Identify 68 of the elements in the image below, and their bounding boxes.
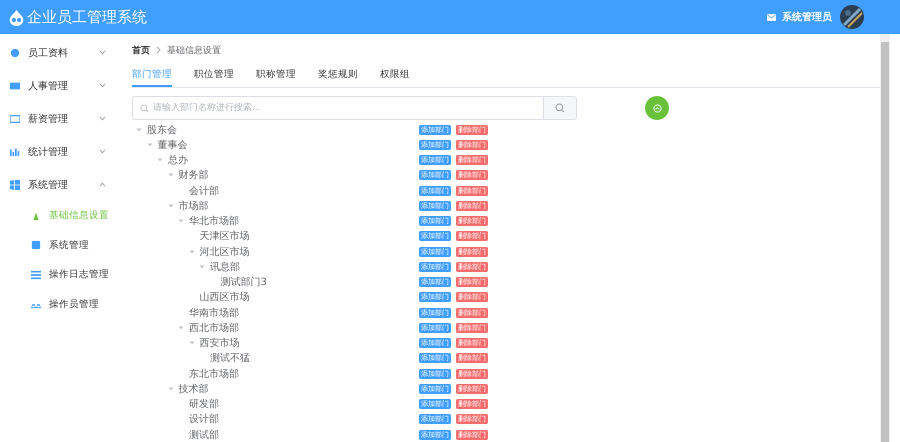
department-name[interactable]: 华南市场部 bbox=[189, 306, 239, 320]
caret-icon[interactable] bbox=[168, 172, 174, 178]
sidebar-subitem[interactable]: 基础信息设置 bbox=[0, 201, 120, 230]
department-name[interactable]: 会计部 bbox=[189, 184, 219, 198]
mail-icon[interactable] bbox=[767, 14, 776, 20]
department-name[interactable]: 测试部 bbox=[189, 428, 219, 442]
drop-logo-icon bbox=[8, 8, 25, 26]
department-name[interactable]: 讯息部 bbox=[210, 260, 240, 274]
menu-item-icon bbox=[31, 270, 41, 280]
sidebar-subitem[interactable]: 系统管理 bbox=[0, 230, 120, 260]
menu-item-icon bbox=[10, 180, 20, 190]
caret-icon[interactable] bbox=[157, 157, 163, 164]
menu-item-icon bbox=[31, 240, 41, 250]
department-name[interactable]: 西安市场 bbox=[200, 336, 240, 350]
tab[interactable]: 部门管理 bbox=[132, 62, 172, 87]
department-name[interactable]: 河北区市场 bbox=[200, 244, 250, 259]
department-name[interactable]: 测试部门3 bbox=[220, 275, 267, 290]
search-icon bbox=[555, 103, 565, 113]
menu-item-icon bbox=[10, 114, 20, 124]
caret-icon[interactable] bbox=[168, 202, 174, 209]
caret-icon[interactable] bbox=[168, 386, 174, 392]
breadcrumb-item[interactable]: 首页 bbox=[132, 44, 150, 56]
sidebar-item[interactable]: 人事管理 bbox=[0, 69, 120, 102]
department-name[interactable]: 总办 bbox=[168, 153, 188, 168]
menu-item-icon bbox=[10, 80, 20, 90]
sidebar-item[interactable]: 员工资料 bbox=[0, 36, 120, 69]
scrollbar[interactable] bbox=[880, 34, 890, 442]
department-name[interactable]: 西北市场部 bbox=[189, 320, 239, 335]
department-name[interactable]: 山西区市场 bbox=[200, 290, 250, 304]
department-name[interactable]: 研发部 bbox=[189, 397, 219, 412]
department-name[interactable]: 设计部 bbox=[189, 412, 219, 426]
caret-icon[interactable] bbox=[178, 218, 184, 224]
department-name[interactable]: 董事会 bbox=[158, 138, 188, 152]
circle-caret-icon bbox=[652, 104, 662, 112]
tab[interactable]: 权限组 bbox=[380, 62, 410, 87]
breadcrumb-item: 基础信息设置 bbox=[167, 44, 221, 56]
sidebar-item[interactable]: 薪资管理 bbox=[0, 102, 120, 135]
sidebar-item[interactable]: 系统管理 bbox=[0, 168, 120, 201]
sidebar-subitem[interactable]: 操作日志管理 bbox=[0, 260, 120, 290]
search-button[interactable] bbox=[544, 96, 577, 120]
department-name[interactable]: 东北市场部 bbox=[189, 366, 239, 381]
department-name[interactable]: 技术部 bbox=[178, 382, 208, 396]
department-name[interactable]: 财务部 bbox=[178, 168, 208, 182]
caret-icon[interactable] bbox=[188, 248, 194, 255]
menu-item-icon bbox=[31, 210, 41, 221]
user-name[interactable]: 系统管理员 bbox=[782, 10, 832, 24]
caret-icon[interactable] bbox=[136, 126, 142, 133]
app-title: 企业员工管理系统 bbox=[27, 8, 147, 26]
department-name[interactable]: 华北市场部 bbox=[189, 214, 239, 228]
breadcrumb-separator-icon bbox=[156, 46, 161, 54]
department-name[interactable]: 天津区市场 bbox=[200, 229, 250, 244]
tab[interactable]: 奖惩规则 bbox=[318, 62, 358, 87]
caret-icon[interactable] bbox=[146, 142, 152, 148]
avatar-icon[interactable] bbox=[840, 5, 864, 29]
menu-item-icon bbox=[10, 48, 20, 58]
tab[interactable]: 职称管理 bbox=[256, 62, 296, 87]
menu-item-icon bbox=[10, 146, 20, 156]
department-name[interactable]: 市场部 bbox=[178, 198, 208, 213]
sidebar-item[interactable]: 统计管理 bbox=[0, 135, 120, 168]
tab[interactable]: 职位管理 bbox=[194, 62, 234, 87]
caret-icon[interactable] bbox=[178, 324, 184, 331]
sidebar-subitem[interactable]: 操作员管理 bbox=[0, 290, 120, 319]
department-name[interactable]: 股东会 bbox=[147, 122, 177, 137]
caret-icon[interactable] bbox=[188, 340, 194, 346]
department-name[interactable]: 测试不猛 bbox=[210, 351, 250, 366]
search-field[interactable]: 请输入部门名称进行搜索... bbox=[132, 96, 544, 120]
round-action-button[interactable] bbox=[645, 96, 669, 120]
caret-icon[interactable] bbox=[199, 264, 205, 270]
